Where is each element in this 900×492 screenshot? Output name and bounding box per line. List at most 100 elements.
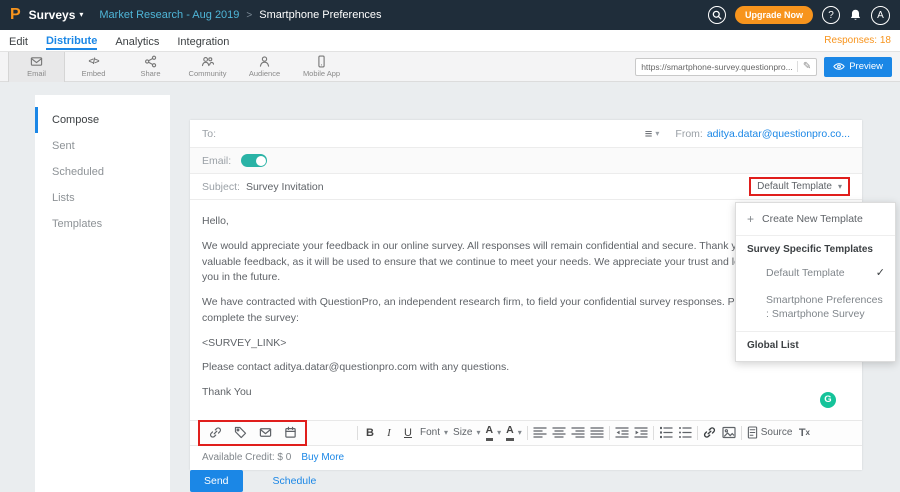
to-input[interactable] [222,128,645,140]
sidebar-item-scheduled[interactable]: Scheduled [35,159,170,185]
channel-share[interactable]: Share [122,52,179,82]
eye-icon [833,62,845,71]
numbered-list-button[interactable] [659,424,673,442]
upgrade-now-button[interactable]: Upgrade Now [735,6,813,24]
bell-icon [849,8,862,22]
insert-survey-link-button[interactable] [208,424,222,442]
preview-button[interactable]: Preview [824,57,892,77]
schedule-link[interactable]: Schedule [273,475,317,487]
align-right-icon [571,426,585,439]
toolbar-divider [697,426,698,440]
italic-button[interactable]: I [382,424,396,442]
questionpro-logo[interactable]: P [10,6,21,24]
channel-embed[interactable]: </> Embed [65,52,122,82]
remove-format-x: x [806,428,810,437]
send-button[interactable]: Send [190,470,243,492]
channel-label: Share [140,69,160,78]
search-icon [712,10,722,20]
channel-label: Email [27,69,46,78]
edit-url-icon[interactable]: ✎ [797,61,811,72]
help-button[interactable]: ? [822,6,840,24]
insert-email-field-button[interactable] [258,424,272,442]
surveys-menu[interactable]: Surveys ▾ [29,8,84,22]
menu-item-smartphone-template[interactable]: Smartphone Preferences : Smartphone Surv… [736,287,895,332]
align-left-button[interactable] [533,424,547,442]
create-new-template-item[interactable]: + Create New Template [736,203,895,236]
grammarly-icon[interactable]: G [820,392,836,408]
size-dropdown-label: Size [453,427,472,438]
channel-label: Audience [249,69,280,78]
indent-decrease-icon [615,426,629,439]
envelope-icon [259,426,272,439]
text-color-button[interactable]: A ▾ [486,425,502,441]
subject-field-row[interactable]: Subject: Survey Invitation Default Templ… [190,174,862,200]
underline-button[interactable]: U [401,424,415,442]
decrease-indent-button[interactable] [615,424,629,442]
menu-item-default-template[interactable]: Default Template ✓ [736,260,895,287]
smartphone-template-label: Smartphone Preferences : Smartphone Surv… [766,293,885,321]
email-sidebar: Compose Sent Scheduled Lists Templates [35,95,170,492]
insert-link-button[interactable] [703,424,717,442]
to-field-row[interactable]: To: ≡ ▾ From: aditya.datar@questionpro.c… [190,120,862,148]
source-button[interactable]: Source [747,424,793,442]
survey-url-box: ✎ [635,58,817,76]
sidebar-item-lists[interactable]: Lists [35,185,170,211]
breadcrumb-survey-name: Smartphone Preferences [259,9,381,21]
responses-count: Responses: 18 [824,35,891,46]
chevron-down-icon: ▾ [476,429,480,437]
create-new-template-label: Create New Template [762,213,863,225]
top-bar-actions: Upgrade Now ? A [708,6,890,25]
source-label: Source [761,427,793,438]
align-center-button[interactable] [552,424,566,442]
chevron-down-icon: ▾ [838,183,842,191]
channel-mobile-app[interactable]: Mobile App [293,52,350,82]
question-mark-icon: ? [828,10,834,21]
subject-value: Survey Invitation [246,181,324,193]
insert-image-button[interactable] [722,424,736,442]
tab-integration[interactable]: Integration [177,33,229,49]
link-icon [703,426,716,439]
channel-email[interactable]: Email [8,52,65,82]
align-left-icon [533,426,547,439]
channel-label: Community [189,69,227,78]
insert-template-field-button[interactable] [283,424,297,442]
bullet-list-button[interactable] [678,424,692,442]
align-justify-button[interactable] [590,424,604,442]
user-avatar[interactable]: A [871,6,890,25]
background-color-button[interactable]: A ▾ [506,425,522,441]
channel-audience[interactable]: Audience [236,52,293,82]
image-icon [722,426,736,439]
sidebar-item-templates[interactable]: Templates [35,211,170,237]
search-button[interactable] [708,6,726,24]
default-template-label: Default Template [766,266,845,280]
sidebar-item-sent[interactable]: Sent [35,133,170,159]
insert-tag-button[interactable] [233,424,247,442]
increase-indent-button[interactable] [634,424,648,442]
tab-edit[interactable]: Edit [9,33,28,49]
surveys-menu-label: Surveys [29,8,76,22]
from-email-link[interactable]: aditya.datar@questionpro.co... [707,128,850,140]
share-icon [144,55,157,68]
to-label: To: [202,128,216,140]
align-right-button[interactable] [571,424,585,442]
notifications-button[interactable] [849,8,862,22]
remove-format-button[interactable]: Tx [797,424,811,442]
distribute-channel-bar: Email </> Embed Share Community Audience… [0,52,900,82]
survey-url-input[interactable] [641,62,797,72]
channel-community[interactable]: Community [179,52,236,82]
buy-more-link[interactable]: Buy More [301,452,344,463]
tab-analytics[interactable]: Analytics [115,33,159,49]
template-dropdown[interactable]: Default Template ▾ [751,179,848,194]
breadcrumb-folder[interactable]: Market Research - Aug 2019 [99,9,239,21]
survey-tab-nav: Edit Distribute Analytics Integration Re… [0,30,900,52]
tag-icon [234,426,247,439]
select-list-button[interactable]: ≡ ▾ [645,127,660,140]
sidebar-item-compose[interactable]: Compose [35,107,170,133]
font-dropdown[interactable]: Font ▾ [420,427,448,438]
bold-button[interactable]: B [363,424,377,442]
size-dropdown[interactable]: Size ▾ [453,427,480,438]
chevron-down-icon: ▾ [444,429,448,437]
align-center-icon [552,426,566,439]
email-toggle-switch[interactable] [241,154,267,167]
tab-distribute[interactable]: Distribute [46,32,97,50]
